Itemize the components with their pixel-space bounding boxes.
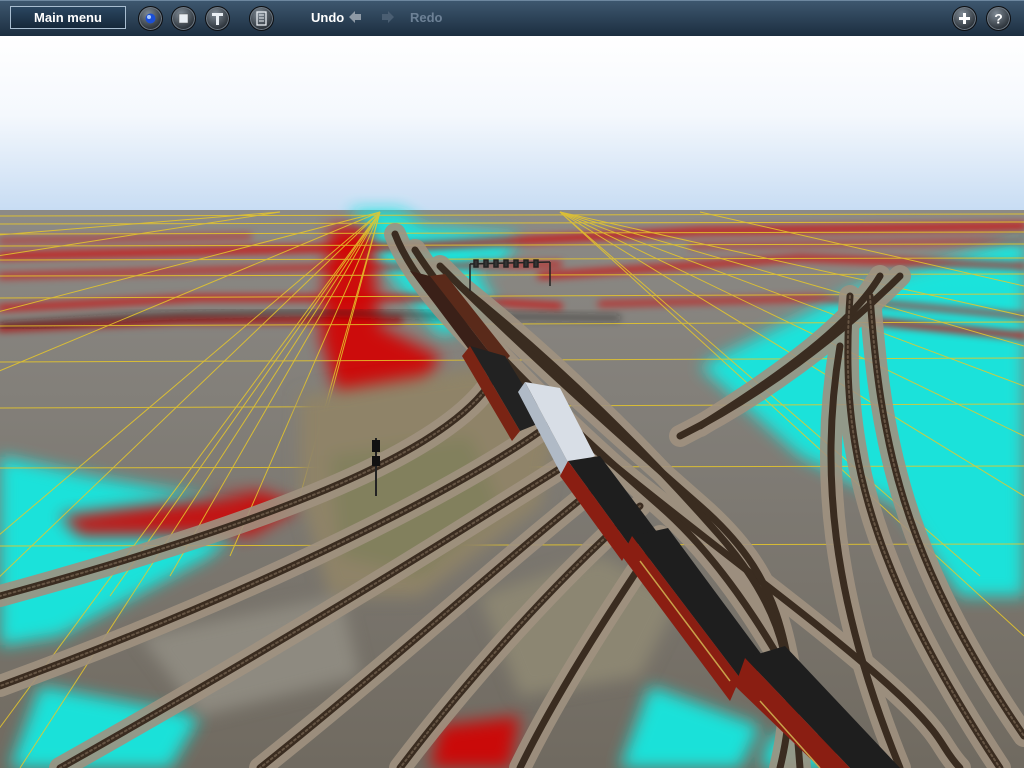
svg-text:?: ? bbox=[994, 11, 1003, 27]
tools-button[interactable] bbox=[205, 6, 230, 31]
sun-icon bbox=[145, 13, 156, 24]
terrain-scene[interactable] bbox=[0, 36, 1024, 768]
stop-icon bbox=[178, 13, 189, 24]
add-button[interactable] bbox=[952, 6, 977, 31]
help-button[interactable]: ? bbox=[986, 6, 1011, 31]
arrow-right-icon bbox=[382, 11, 394, 23]
redo-button: Redo bbox=[410, 10, 443, 25]
plus-icon bbox=[959, 13, 970, 24]
main-menu-button[interactable]: Main menu bbox=[10, 6, 126, 29]
stop-button[interactable] bbox=[171, 6, 196, 31]
tools-icon bbox=[212, 13, 223, 25]
sun-button[interactable] bbox=[138, 6, 163, 31]
undo-button[interactable]: Undo bbox=[311, 10, 344, 25]
calculator-button[interactable] bbox=[249, 6, 274, 31]
calculator-icon bbox=[256, 11, 267, 26]
toolbar: Main menu Undo Redo ? bbox=[0, 0, 1024, 37]
arrow-left-icon[interactable] bbox=[347, 9, 363, 25]
3d-viewport[interactable] bbox=[0, 36, 1024, 768]
help-icon: ? bbox=[994, 11, 1003, 27]
